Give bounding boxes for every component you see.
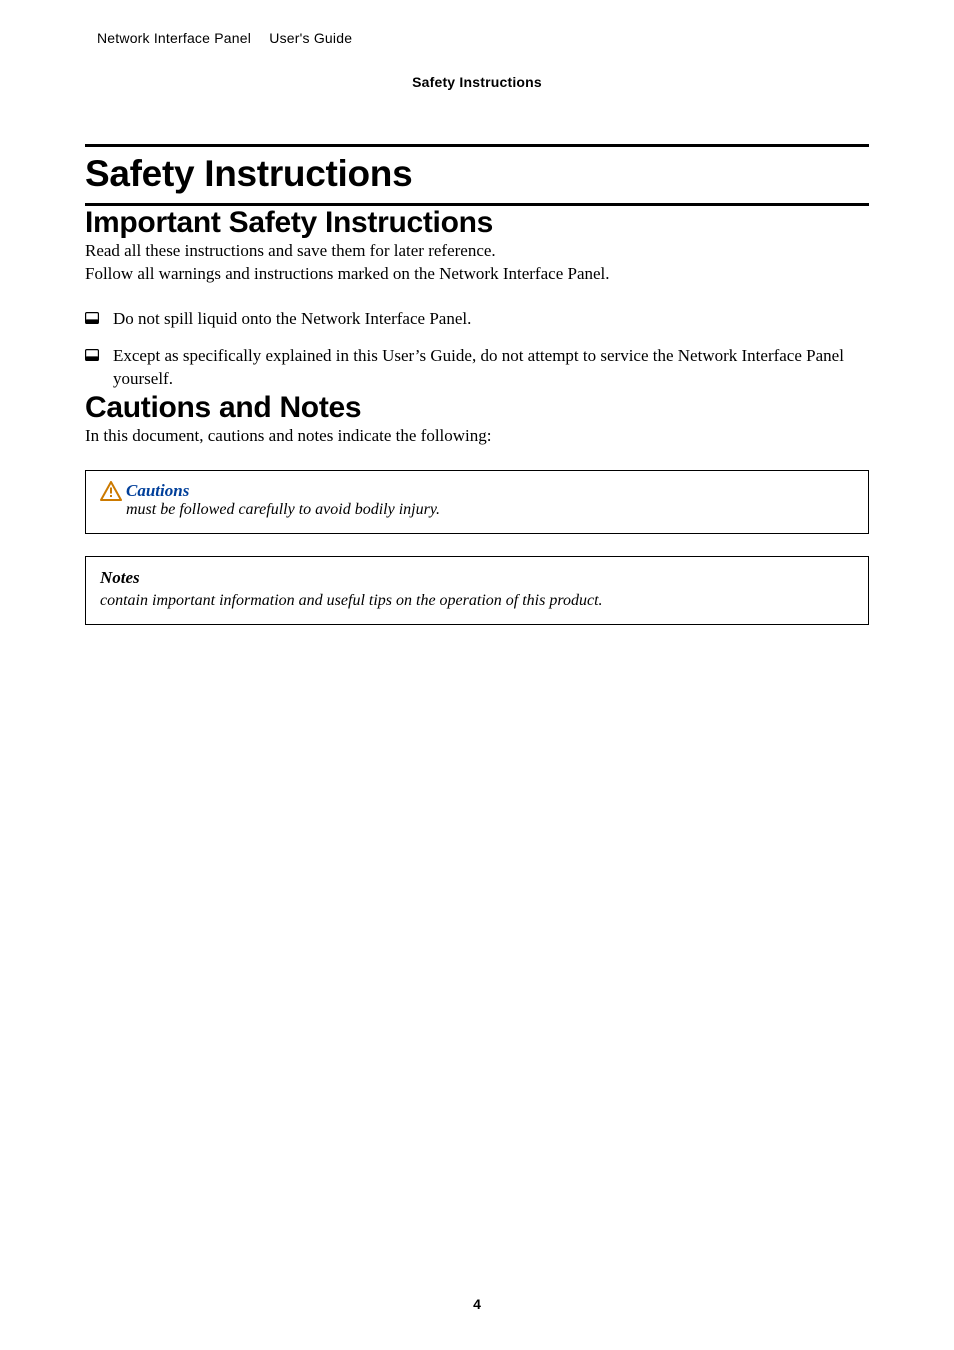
notebook-bullet-icon <box>85 312 99 324</box>
note-body: contain important information and useful… <box>100 591 854 612</box>
page-number: 4 <box>0 1296 954 1312</box>
warning-triangle-icon <box>100 481 122 501</box>
note-box: Notes contain important information and … <box>85 556 869 625</box>
caution-header-row: Cautions <box>100 481 854 501</box>
caution-label: Cautions <box>126 481 189 501</box>
bullet-list: Do not spill liquid onto the Network Int… <box>85 308 869 391</box>
note-label: Notes <box>100 567 854 589</box>
paragraph: In this document, cautions and notes ind… <box>85 425 869 448</box>
caution-body: must be followed carefully to avoid bodi… <box>126 500 854 521</box>
list-item-text: Do not spill liquid onto the Network Int… <box>113 308 471 331</box>
running-header: Network Interface Panel User's Guide <box>97 30 869 46</box>
section-header: Safety Instructions <box>85 74 869 90</box>
caution-box: Cautions must be followed carefully to a… <box>85 470 869 534</box>
page-title: Safety Instructions <box>85 153 869 195</box>
heading-cautions-notes: Cautions and Notes <box>85 391 869 425</box>
title-rule-block: Safety Instructions <box>85 144 869 206</box>
list-item: Except as specifically explained in this… <box>85 345 869 391</box>
heading-important-safety: Important Safety Instructions <box>85 206 869 240</box>
list-item-text: Except as specifically explained in this… <box>113 345 869 391</box>
list-item: Do not spill liquid onto the Network Int… <box>85 308 869 331</box>
paragraph: Follow all warnings and instructions mar… <box>85 263 869 286</box>
paragraph: Read all these instructions and save the… <box>85 240 869 263</box>
document-page: Network Interface Panel User's Guide Saf… <box>0 0 954 1350</box>
notebook-bullet-icon <box>85 349 99 361</box>
